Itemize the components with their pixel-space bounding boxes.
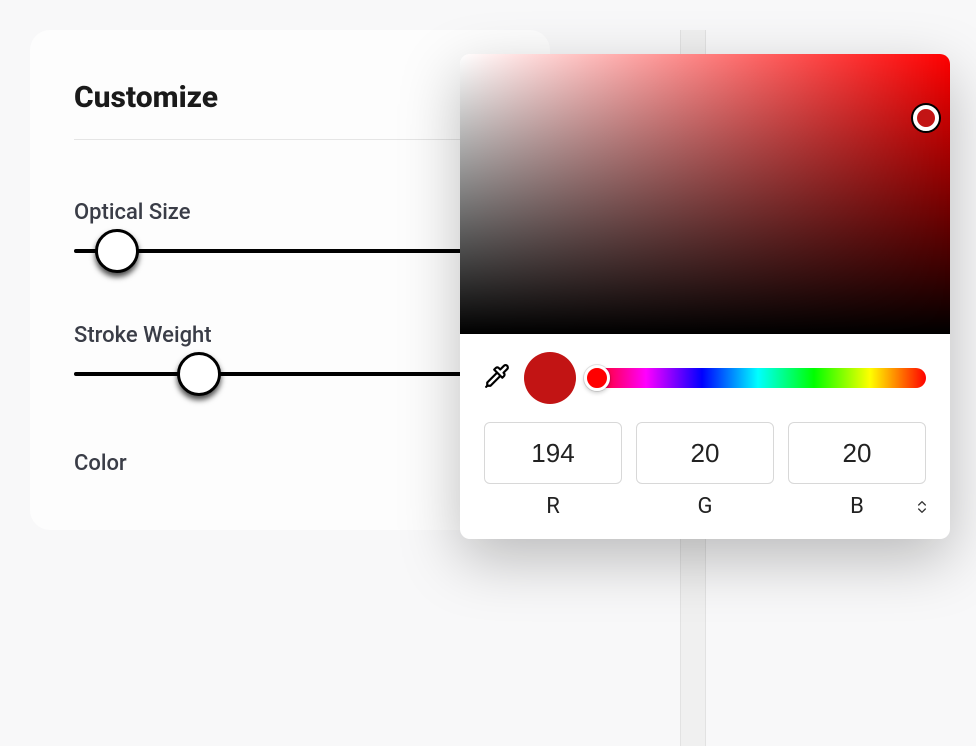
stroke-weight-label: Stroke Weight (74, 323, 506, 348)
eyedropper-icon[interactable] (484, 363, 510, 393)
r-col: R (484, 422, 622, 539)
color-picker-popover: R G B (460, 54, 950, 539)
picker-controls (460, 334, 950, 416)
optical-size-label: Optical Size (74, 200, 506, 225)
saturation-value-area[interactable] (460, 54, 950, 334)
stroke-weight-slider[interactable] (74, 372, 506, 376)
color-field: Color (74, 446, 506, 480)
optical-size-thumb[interactable] (95, 229, 139, 273)
optical-size-slider[interactable] (74, 249, 506, 253)
r-input[interactable] (484, 422, 622, 484)
g-col: G (636, 422, 774, 539)
b-label: B (850, 494, 864, 539)
g-label: G (698, 494, 713, 539)
g-input[interactable] (636, 422, 774, 484)
rgb-inputs: R G B (460, 416, 950, 539)
color-mode-toggle-icon[interactable] (914, 499, 930, 519)
b-input[interactable] (788, 422, 926, 484)
hue-handle[interactable] (584, 365, 610, 391)
current-color-swatch (524, 352, 576, 404)
stroke-weight-thumb[interactable] (177, 352, 221, 396)
hue-slider[interactable] (590, 368, 926, 388)
stroke-weight-field: Stroke Weight (74, 323, 506, 376)
saturation-value-handle[interactable] (913, 105, 939, 131)
panel-title: Customize (74, 80, 506, 140)
r-label: R (546, 494, 560, 539)
b-col: B (788, 422, 926, 539)
color-label: Color (74, 451, 127, 476)
optical-size-field: Optical Size (74, 200, 506, 253)
